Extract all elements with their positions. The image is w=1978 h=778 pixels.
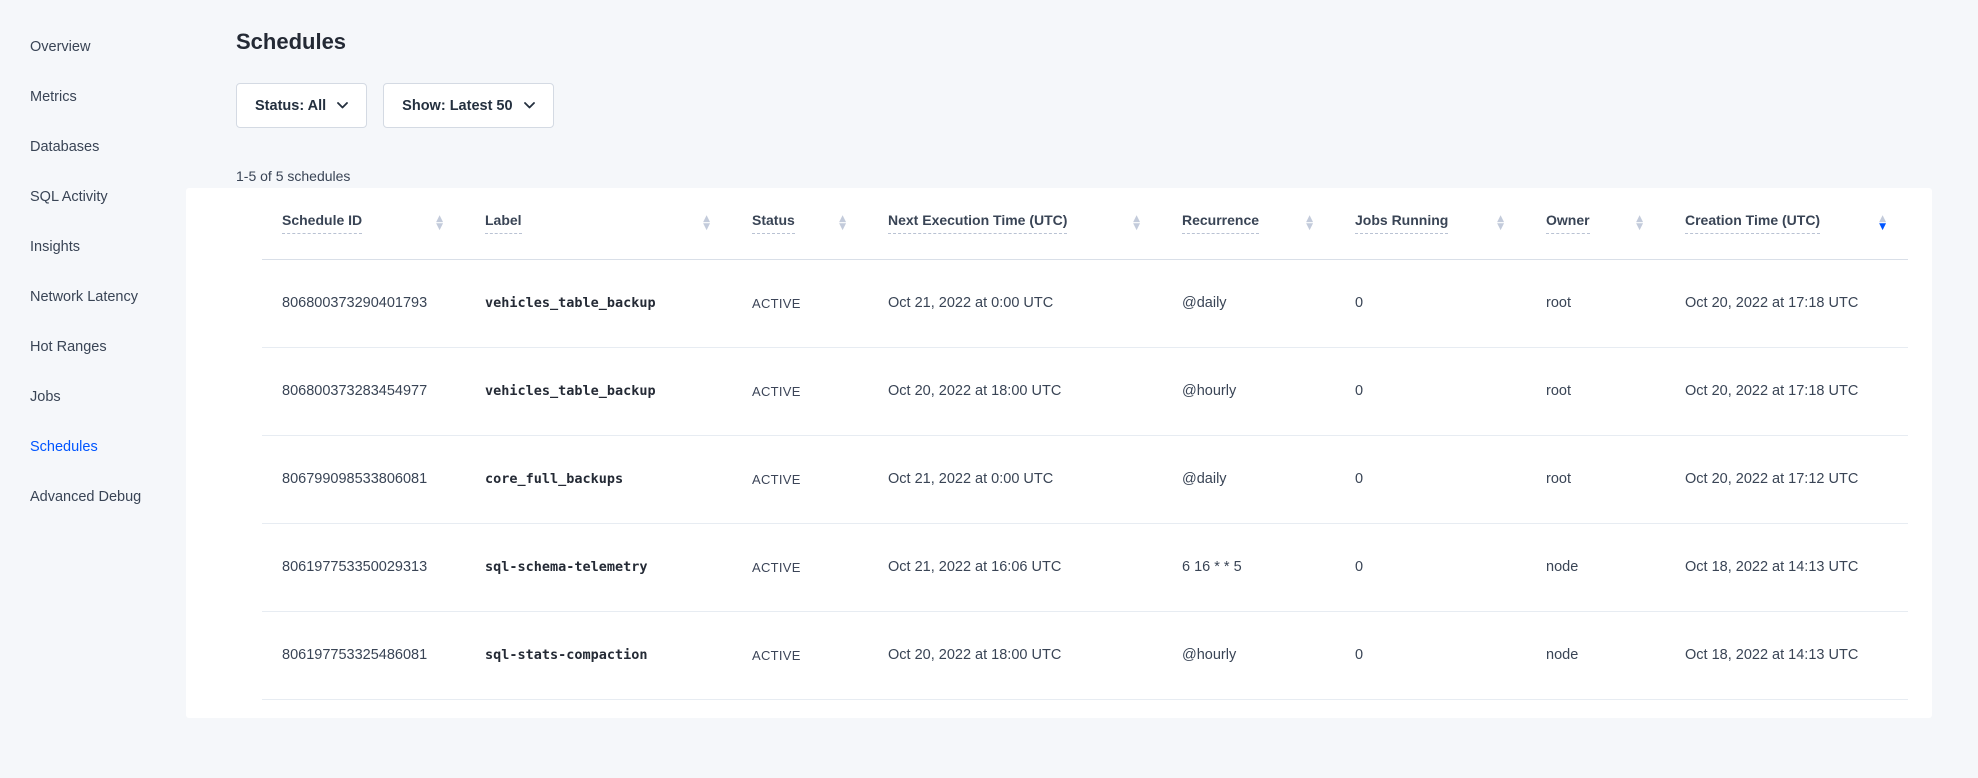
- column-header-owner[interactable]: Owner ▲▼: [1526, 188, 1665, 259]
- sort-icon[interactable]: ▲▼: [436, 216, 443, 231]
- next-execution-cell: Oct 20, 2022 at 18:00 UTC: [868, 611, 1162, 699]
- jobs-running-cell: 0: [1335, 523, 1526, 611]
- sidebar: Overview Metrics Databases SQL Activity …: [0, 0, 186, 778]
- column-label: Label: [485, 212, 522, 234]
- sort-icon[interactable]: ▲▼: [1306, 216, 1313, 231]
- column-label: Jobs Running: [1355, 212, 1448, 234]
- creation-time-cell: Oct 20, 2022 at 17:18 UTC: [1665, 347, 1908, 435]
- column-header-creation-time[interactable]: Creation Time (UTC) ▲▼: [1665, 188, 1908, 259]
- sidebar-item-hot-ranges[interactable]: Hot Ranges: [0, 322, 186, 372]
- sort-icon[interactable]: ▲▼: [1133, 216, 1140, 231]
- main-content: Schedules Status: All Show: Latest 50 1-…: [186, 0, 1978, 778]
- schedule-label-cell: core_full_backups: [465, 435, 732, 523]
- next-execution-cell: Oct 21, 2022 at 0:00 UTC: [868, 435, 1162, 523]
- sort-icon[interactable]: ▲▼: [1636, 216, 1643, 231]
- schedule-label-cell: vehicles_table_backup: [465, 347, 732, 435]
- schedules-table: Schedule ID ▲▼ Label ▲▼: [262, 188, 1908, 700]
- status-cell: ACTIVE: [732, 611, 868, 699]
- results-count: 1-5 of 5 schedules: [236, 166, 1932, 186]
- next-execution-cell: Oct 21, 2022 at 0:00 UTC: [868, 259, 1162, 347]
- sidebar-item-advanced-debug[interactable]: Advanced Debug: [0, 472, 186, 522]
- sort-icon[interactable]: ▲▼: [703, 216, 710, 231]
- schedule-id-cell: 806799098533806081: [262, 435, 465, 523]
- sidebar-item-insights[interactable]: Insights: [0, 222, 186, 272]
- column-header-jobs-running[interactable]: Jobs Running ▲▼: [1335, 188, 1526, 259]
- column-label: Owner: [1546, 212, 1590, 234]
- column-header-status[interactable]: Status ▲▼: [732, 188, 868, 259]
- sort-icon[interactable]: ▲▼: [1879, 216, 1886, 231]
- sidebar-item-databases[interactable]: Databases: [0, 122, 186, 172]
- table-row: 806800373290401793 vehicles_table_backup…: [262, 259, 1908, 347]
- table-header-row: Schedule ID ▲▼ Label ▲▼: [262, 188, 1908, 259]
- schedule-id-cell: 806197753325486081: [262, 611, 465, 699]
- status-cell: ACTIVE: [732, 259, 868, 347]
- owner-cell: root: [1526, 347, 1665, 435]
- sidebar-item-overview[interactable]: Overview: [0, 22, 186, 72]
- app-root: Overview Metrics Databases SQL Activity …: [0, 0, 1978, 778]
- column-label: Recurrence: [1182, 212, 1259, 234]
- column-header-schedule-id[interactable]: Schedule ID ▲▼: [262, 188, 465, 259]
- schedule-label-cell: vehicles_table_backup: [465, 259, 732, 347]
- sidebar-item-jobs[interactable]: Jobs: [0, 372, 186, 422]
- schedule-id-cell: 806800373283454977: [262, 347, 465, 435]
- table-row: 806197753350029313 sql-schema-telemetry …: [262, 523, 1908, 611]
- page-title: Schedules: [236, 28, 1932, 56]
- jobs-running-cell: 0: [1335, 259, 1526, 347]
- recurrence-cell: 6 16 * * 5: [1162, 523, 1335, 611]
- status-filter-dropdown[interactable]: Status: All: [236, 83, 367, 128]
- creation-time-cell: Oct 20, 2022 at 17:12 UTC: [1665, 435, 1908, 523]
- recurrence-cell: @hourly: [1162, 611, 1335, 699]
- status-filter-label: Status: All: [255, 98, 326, 114]
- column-label: Creation Time (UTC): [1685, 212, 1820, 234]
- schedules-table-card: Schedule ID ▲▼ Label ▲▼: [186, 188, 1932, 718]
- status-cell: ACTIVE: [732, 435, 868, 523]
- column-header-label[interactable]: Label ▲▼: [465, 188, 732, 259]
- chevron-down-icon: [524, 102, 535, 109]
- status-cell: ACTIVE: [732, 347, 868, 435]
- jobs-running-cell: 0: [1335, 435, 1526, 523]
- status-cell: ACTIVE: [732, 523, 868, 611]
- column-label: Next Execution Time (UTC): [888, 212, 1067, 234]
- show-latest-dropdown[interactable]: Show: Latest 50: [383, 83, 553, 128]
- next-execution-cell: Oct 20, 2022 at 18:00 UTC: [868, 347, 1162, 435]
- table-row: 806800373283454977 vehicles_table_backup…: [262, 347, 1908, 435]
- sidebar-item-metrics[interactable]: Metrics: [0, 72, 186, 122]
- sort-icon[interactable]: ▲▼: [839, 216, 846, 231]
- schedule-id-cell: 806197753350029313: [262, 523, 465, 611]
- recurrence-cell: @daily: [1162, 259, 1335, 347]
- schedule-id-cell: 806800373290401793: [262, 259, 465, 347]
- creation-time-cell: Oct 18, 2022 at 14:13 UTC: [1665, 611, 1908, 699]
- column-header-recurrence[interactable]: Recurrence ▲▼: [1162, 188, 1335, 259]
- filter-bar: Status: All Show: Latest 50: [236, 83, 1932, 128]
- schedule-label-cell: sql-schema-telemetry: [465, 523, 732, 611]
- table-row: 806799098533806081 core_full_backups ACT…: [262, 435, 1908, 523]
- recurrence-cell: @daily: [1162, 435, 1335, 523]
- creation-time-cell: Oct 18, 2022 at 14:13 UTC: [1665, 523, 1908, 611]
- sidebar-item-sql-activity[interactable]: SQL Activity: [0, 172, 186, 222]
- recurrence-cell: @hourly: [1162, 347, 1335, 435]
- owner-cell: node: [1526, 523, 1665, 611]
- owner-cell: root: [1526, 259, 1665, 347]
- table-row: 806197753325486081 sql-stats-compaction …: [262, 611, 1908, 699]
- column-header-next-execution-time[interactable]: Next Execution Time (UTC) ▲▼: [868, 188, 1162, 259]
- jobs-running-cell: 0: [1335, 347, 1526, 435]
- sort-icon[interactable]: ▲▼: [1497, 216, 1504, 231]
- column-label: Schedule ID: [282, 212, 362, 234]
- show-latest-label: Show: Latest 50: [402, 98, 512, 114]
- creation-time-cell: Oct 20, 2022 at 17:18 UTC: [1665, 259, 1908, 347]
- column-label: Status: [752, 212, 795, 234]
- schedule-label-cell: sql-stats-compaction: [465, 611, 732, 699]
- owner-cell: root: [1526, 435, 1665, 523]
- chevron-down-icon: [337, 102, 348, 109]
- sidebar-item-schedules[interactable]: Schedules: [0, 422, 186, 472]
- sidebar-item-network-latency[interactable]: Network Latency: [0, 272, 186, 322]
- next-execution-cell: Oct 21, 2022 at 16:06 UTC: [868, 523, 1162, 611]
- owner-cell: node: [1526, 611, 1665, 699]
- jobs-running-cell: 0: [1335, 611, 1526, 699]
